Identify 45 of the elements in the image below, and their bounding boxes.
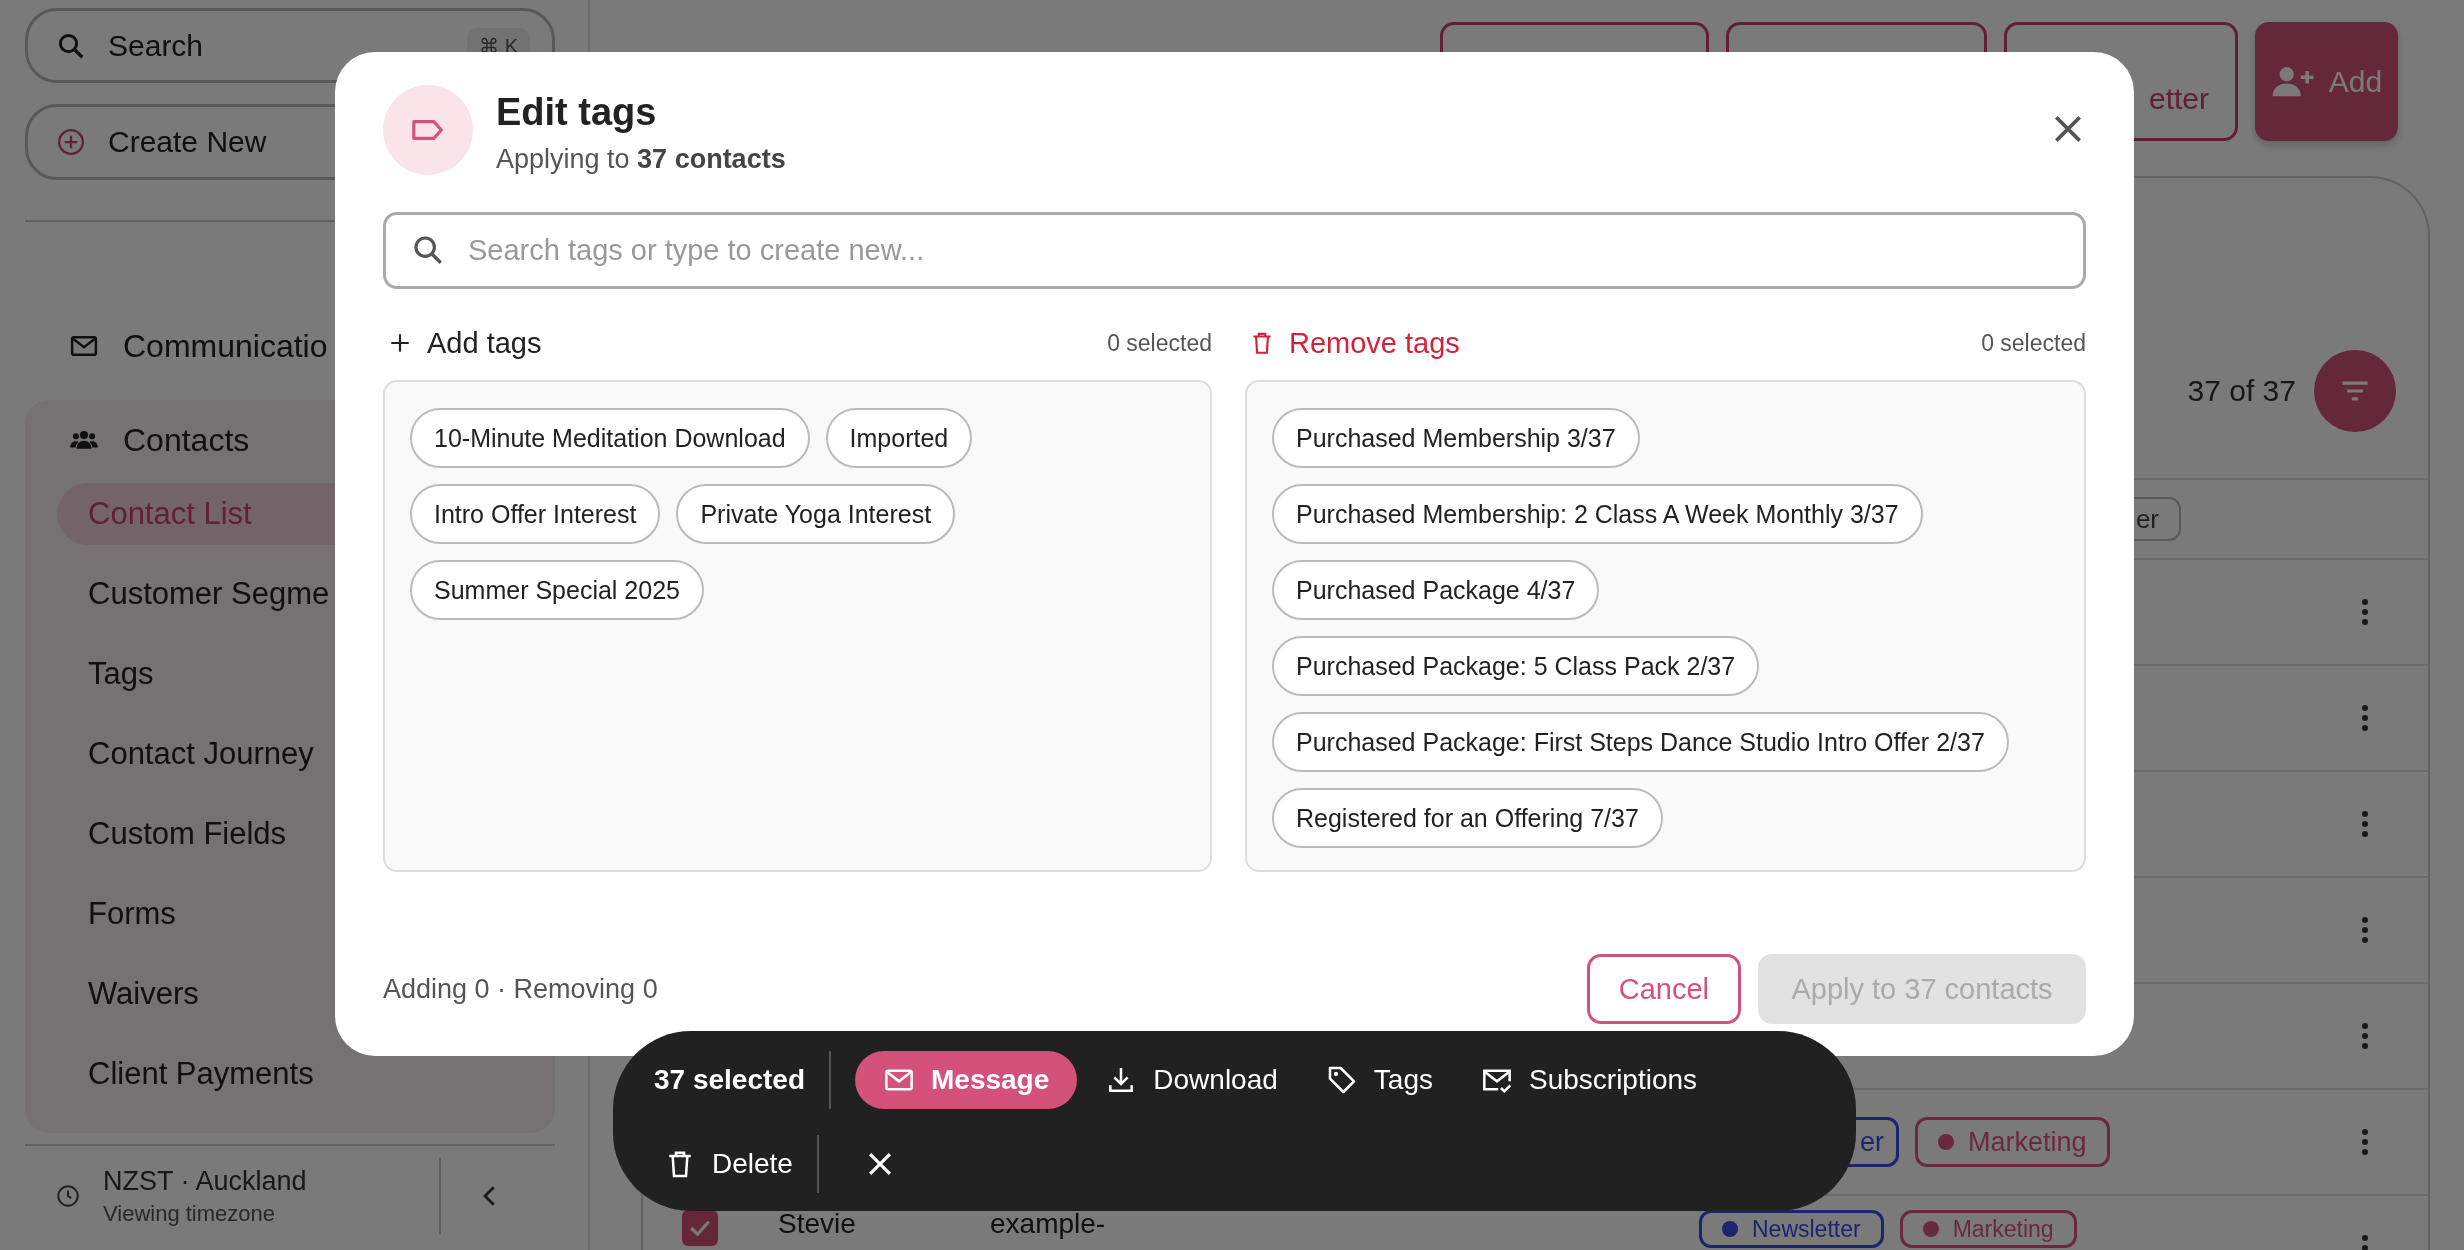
more-icon[interactable] (2360, 703, 2370, 733)
tag-option[interactable]: Purchased Membership: 2 Class A Week Monthly 3/37 (1272, 484, 1923, 544)
more-icon[interactable] (2360, 1127, 2370, 1157)
tag-search-field[interactable]: Search tags or type to create new... (383, 212, 2086, 289)
remove-tags-heading: Remove tags (1289, 326, 1461, 360)
tag-option[interactable]: Imported (825, 408, 973, 468)
bulk-action-button[interactable]: Download (1085, 1051, 1298, 1109)
tag-option[interactable]: Intro Offer Interest (410, 484, 661, 544)
header-button[interactable]: Add (2255, 22, 2398, 141)
row-checkbox[interactable] (682, 1210, 718, 1246)
timezone-caption: Viewing timezone (103, 1200, 277, 1227)
tag-option[interactable]: Purchased Membership 3/37 (1272, 408, 1640, 468)
selected-count: 0 selected (1981, 329, 2086, 357)
clock-icon (55, 1183, 81, 1209)
bulk-action-button[interactable]: Tags (1305, 1051, 1453, 1109)
tag-option[interactable]: Purchased Package: First Steps Dance Studio Intro Offer 2/37 (1272, 712, 2009, 772)
tag-option[interactable]: Private Yoga Interest (676, 484, 956, 544)
more-icon[interactable] (2360, 915, 2370, 945)
bulk-action-button[interactable]: Message (855, 1051, 1078, 1109)
more-icon[interactable] (2360, 597, 2370, 627)
delete-button[interactable]: Delete (654, 1135, 793, 1193)
tag-option[interactable]: 10-Minute Meditation Download (410, 408, 810, 468)
plus-circle-icon (56, 127, 86, 157)
bulk-action-button[interactable]: Subscriptions (1461, 1051, 1718, 1109)
search-icon (411, 233, 445, 267)
search-placeholder: Search (108, 28, 205, 63)
nav-subitem[interactable]: Client Payments (57, 1043, 555, 1105)
tag-chip: Newsletter (1699, 1210, 1884, 1248)
change-summary: Adding 0 · Removing 0 (383, 973, 659, 1005)
more-icon[interactable] (2360, 1021, 2370, 1051)
selected-count: 0 selected (1107, 329, 1212, 357)
timezone-label: NZST · Auckland (103, 1165, 308, 1197)
contact-email: example- (990, 1208, 1106, 1240)
add-tags-heading: Add tags (427, 326, 543, 360)
tag-option[interactable]: Purchased Package 4/37 (1272, 560, 1600, 620)
contact-name: Stevie (778, 1208, 856, 1240)
tag-option[interactable]: Summer Special 2025 (410, 560, 704, 620)
results-count: 37 of 37 (2187, 373, 2296, 409)
tag-option[interactable]: Purchased Package: 5 Class Pack 2/37 (1272, 636, 1760, 696)
more-icon[interactable] (2360, 809, 2370, 839)
selection-count: 37 selected (654, 1064, 805, 1096)
tag-chip: Marketing (1899, 1210, 2077, 1248)
tag-option[interactable]: Registered for an Offering 7/37 (1272, 788, 1663, 848)
cancel-button[interactable]: Cancel (1586, 954, 1741, 1024)
tag-chip: Marketing (1915, 1117, 2110, 1167)
